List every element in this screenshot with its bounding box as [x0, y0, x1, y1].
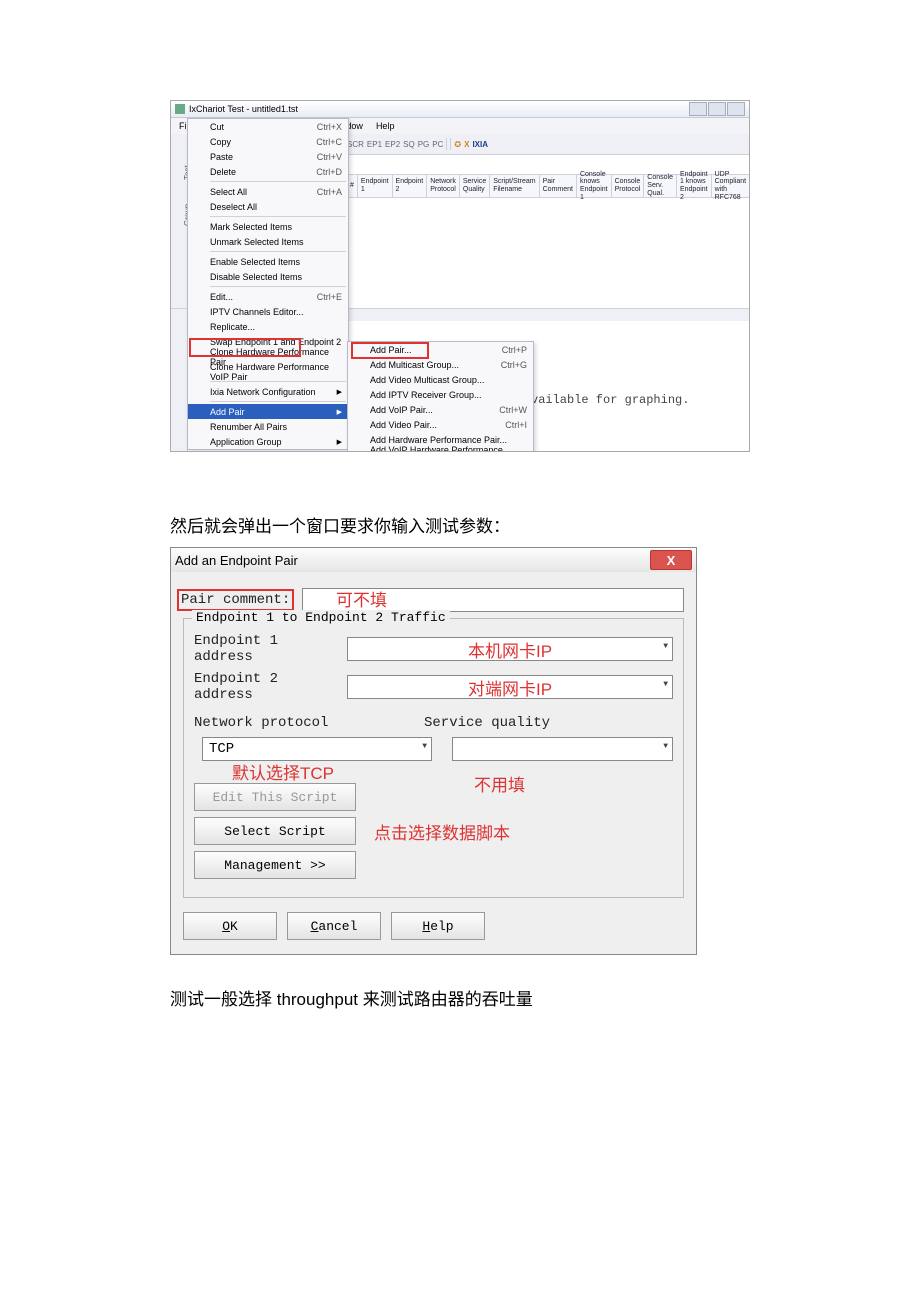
np-label: Network protocol — [194, 715, 424, 731]
ep1-label: Endpoint 1 address — [194, 633, 339, 665]
ann-ep1: 本机网卡IP — [468, 637, 552, 662]
smi-add-pair[interactable]: Add Pair...Ctrl+P — [348, 342, 533, 357]
help-button[interactable]: Help — [391, 912, 485, 940]
paragraph-2: 测试一般选择 throughput 来测试路由器的吞吐量 — [170, 985, 750, 1010]
ep1-input[interactable]: 本机网卡IP — [347, 637, 673, 661]
mi-cut[interactable]: CutCtrl+X — [188, 119, 348, 134]
mi-ixia-net[interactable]: Ixia Network Configuration▶ — [188, 384, 348, 399]
ixchariot-screenshot: IxChariot Test - untitled1.tst File Edit… — [170, 100, 750, 452]
fieldset-legend: Endpoint 1 to Endpoint 2 Traffic — [192, 610, 450, 625]
dialog-titlebar: Add an Endpoint Pair X — [171, 548, 696, 572]
tool-scr[interactable]: SCR — [347, 140, 364, 149]
col-ck[interactable]: Console knows Endpoint 1 — [577, 175, 612, 197]
smi-add-video-mc[interactable]: Add Video Multicast Group... — [348, 372, 533, 387]
mi-deselectall[interactable]: Deselect All — [188, 199, 348, 214]
tool-ep1[interactable]: EP1 — [367, 140, 382, 149]
ann-select: 点击选择数据脚本 — [374, 819, 510, 844]
mi-copy[interactable]: CopyCtrl+C — [188, 134, 348, 149]
edit-script-button[interactable]: Edit This Script — [194, 783, 356, 811]
col-e1k[interactable]: Endpoint 1 knows Endpoint 2 — [677, 175, 712, 197]
column-headers: # Endpoint 1 Endpoint 2 Network Protocol… — [347, 174, 749, 198]
col-ep2[interactable]: Endpoint 2 — [393, 175, 428, 197]
mi-appgroup[interactable]: Application Group▶ — [188, 434, 348, 449]
left-tab-strip: Test Group — [171, 134, 188, 451]
smi-add-voip-hw[interactable]: Add VoIP Hardware Performance Pair...Ctr… — [348, 447, 533, 452]
pair-comment-input[interactable] — [302, 588, 684, 612]
smi-add-video[interactable]: Add Video Pair...Ctrl+I — [348, 417, 533, 432]
col-script[interactable]: Script/Stream Filename — [490, 175, 539, 197]
app-icon — [175, 104, 185, 114]
window-controls[interactable] — [689, 102, 745, 116]
close-icon[interactable]: X — [650, 550, 692, 570]
smi-add-voip[interactable]: Add VoIP Pair...Ctrl+W — [348, 402, 533, 417]
col-np[interactable]: Network Protocol — [427, 175, 460, 197]
graph-message: vailable for graphing. — [531, 393, 689, 407]
col-cp[interactable]: Console Protocol — [612, 175, 645, 197]
add-endpoint-dialog: Add an Endpoint Pair X Pair comment: 可不填… — [170, 547, 697, 955]
mi-renumber[interactable]: Renumber All Pairs — [188, 419, 348, 434]
smi-add-iptv[interactable]: Add IPTV Receiver Group... — [348, 387, 533, 402]
mi-clone-voip[interactable]: Clone Hardware Performance VoIP Pair — [188, 364, 348, 379]
traffic-fieldset: Endpoint 1 to Endpoint 2 Traffic Endpoin… — [183, 618, 684, 898]
mi-add-pair[interactable]: Add Pair▶ — [188, 404, 348, 419]
sq-select[interactable] — [452, 737, 673, 761]
mi-mark[interactable]: Mark Selected Items — [188, 219, 348, 234]
cancel-button[interactable]: Cancel — [287, 912, 381, 940]
np-select[interactable]: TCP — [202, 737, 432, 761]
mi-iptv[interactable]: IPTV Channels Editor... — [188, 304, 348, 319]
mi-unmark[interactable]: Unmark Selected Items — [188, 234, 348, 249]
ann-tcp: 默认选择TCP — [232, 759, 334, 784]
mi-delete[interactable]: DeleteCtrl+D — [188, 164, 348, 179]
col-csq[interactable]: Console Serv. Qual. — [644, 175, 677, 197]
paragraph-1: 然后就会弹出一个窗口要求你输入测试参数： — [170, 512, 750, 537]
ep2-input[interactable]: 对端网卡IP — [347, 675, 673, 699]
menu-help[interactable]: Help — [370, 120, 401, 132]
ep2-label: Endpoint 2 address — [194, 671, 339, 703]
dialog-title: Add an Endpoint Pair — [175, 553, 298, 568]
mi-replicate[interactable]: Replicate... — [188, 319, 348, 334]
select-script-button[interactable]: Select Script — [194, 817, 356, 845]
tool-sq[interactable]: SQ — [403, 140, 415, 149]
pair-comment-label: Pair comment: — [183, 592, 294, 608]
add-pair-submenu: Add Pair...Ctrl+P Add Multicast Group...… — [347, 341, 534, 452]
col-ep1[interactable]: Endpoint 1 — [358, 175, 393, 197]
mi-paste[interactable]: PasteCtrl+V — [188, 149, 348, 164]
smi-add-multicast[interactable]: Add Multicast Group...Ctrl+G — [348, 357, 533, 372]
mi-enable[interactable]: Enable Selected Items — [188, 254, 348, 269]
mi-selectall[interactable]: Select AllCtrl+A — [188, 184, 348, 199]
window-title: IxChariot Test - untitled1.tst — [189, 104, 298, 114]
mi-edit[interactable]: Edit...Ctrl+E — [188, 289, 348, 304]
col-sq[interactable]: Service Quality — [460, 175, 490, 197]
ok-button[interactable]: OK — [183, 912, 277, 940]
tool-ep2[interactable]: EP2 — [385, 140, 400, 149]
tool-pg[interactable]: PG — [418, 140, 430, 149]
sq-label: Service quality — [424, 715, 550, 731]
col-udp[interactable]: UDP Compliant with RFC768 — [712, 175, 750, 197]
np-value: TCP — [209, 741, 234, 757]
col-pc[interactable]: Pair Comment — [540, 175, 577, 197]
window-title-bar: IxChariot Test - untitled1.tst — [171, 101, 749, 118]
edit-dropdown: CutCtrl+X CopyCtrl+C PasteCtrl+V DeleteC… — [187, 118, 349, 450]
ann-ep2: 对端网卡IP — [468, 675, 552, 700]
mi-disable[interactable]: Disable Selected Items — [188, 269, 348, 284]
tool-pc[interactable]: PC — [432, 140, 443, 149]
management-button[interactable]: Management >> — [194, 851, 356, 879]
